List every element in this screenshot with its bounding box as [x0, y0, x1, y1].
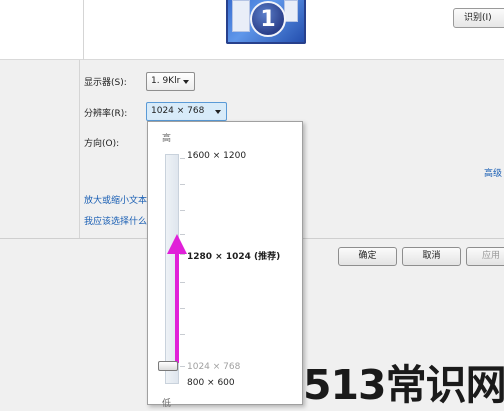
- slider-tick: [180, 366, 185, 367]
- chevron-down-icon: [183, 80, 189, 84]
- monitor-thumbnail[interactable]: 1: [226, 0, 306, 44]
- preview-panel-border: [83, 0, 84, 60]
- ok-button[interactable]: 确定: [338, 247, 397, 266]
- left-panel-border: [79, 60, 80, 238]
- low-label: 低: [162, 399, 172, 409]
- resolution-slider-thumb[interactable]: [158, 361, 178, 371]
- site-watermark: 513常识网: [303, 361, 504, 409]
- slider-tick: [180, 334, 185, 335]
- advanced-settings-link[interactable]: 高级: [484, 166, 502, 179]
- resolution-select-value: 1024 × 768: [151, 106, 205, 116]
- apply-button[interactable]: 应用: [466, 247, 504, 266]
- cancel-button[interactable]: 取消: [402, 247, 461, 266]
- resolution-dropdown: 高 1600 × 1200 1280 × 1024 (推荐) 1024 × 76…: [147, 121, 303, 409]
- slider-tick: [180, 184, 185, 185]
- annotation-arrow-head: [167, 234, 187, 254]
- monitor-number-badge: 1: [250, 1, 286, 37]
- resolution-select[interactable]: 1024 × 768: [146, 102, 227, 121]
- slider-tick: [180, 210, 185, 211]
- resolution-option-1600x1200[interactable]: 1600 × 1200: [187, 151, 246, 161]
- which-settings-link[interactable]: 我应该选择什么: [84, 214, 147, 227]
- slider-tick: [180, 254, 185, 255]
- window-icon: [232, 0, 250, 32]
- slider-tick: [180, 308, 185, 309]
- window-icon: [284, 0, 298, 22]
- resolution-option-1280x1024[interactable]: 1280 × 1024 (推荐): [187, 249, 280, 262]
- annotation-arrow-shaft: [175, 252, 179, 363]
- text-size-link[interactable]: 放大或缩小文本: [84, 193, 147, 206]
- identify-button[interactable]: 识别(I): [453, 8, 504, 28]
- chevron-down-icon: [215, 110, 221, 114]
- resolution-label: 分辨率(R):: [84, 109, 128, 119]
- slider-tick: [180, 158, 185, 159]
- orientation-label: 方向(O):: [84, 139, 120, 149]
- resolution-option-800x600[interactable]: 800 × 600: [187, 378, 235, 388]
- display-select[interactable]: 1. 9Klr: [146, 72, 195, 91]
- resolution-option-1024x768[interactable]: 1024 × 768: [187, 362, 240, 372]
- display-select-value: 1. 9Klr: [151, 76, 181, 86]
- high-label: 高: [162, 134, 172, 144]
- display-label: 显示器(S):: [84, 78, 127, 88]
- slider-tick: [180, 282, 185, 283]
